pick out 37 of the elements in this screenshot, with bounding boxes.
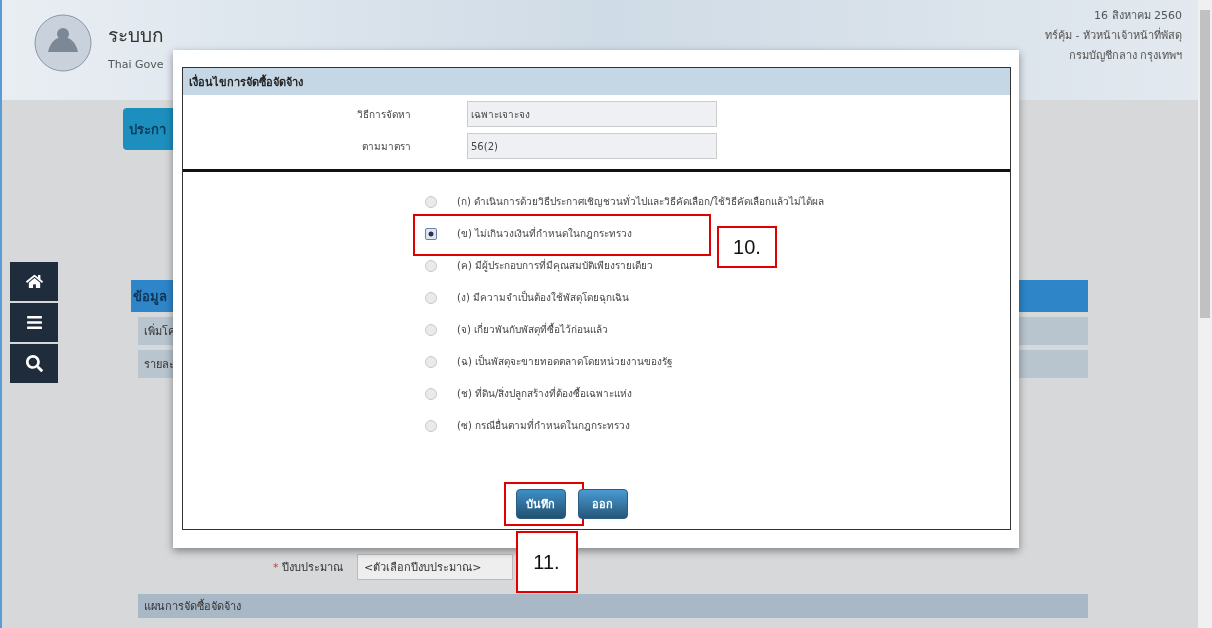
radio-button[interactable] — [425, 419, 437, 432]
budget-select[interactable]: <ตัวเลือกปีงบประมาณ> — [357, 554, 513, 580]
section-header: แผนการจัดซื้อจัดจ้าง — [138, 594, 1088, 618]
search-icon[interactable] — [10, 344, 58, 383]
readonly-field[interactable]: 56(2) — [467, 133, 717, 159]
callout-label: 10. — [717, 226, 777, 268]
option-label[interactable]: (จ) เกี่ยวพันกับพัสดุที่ซื้อไว้ก่อนแล้ว — [457, 322, 608, 337]
field-label: วิธีการจัดหา — [357, 107, 411, 122]
menu-icon[interactable] — [10, 303, 58, 342]
home-icon[interactable] — [10, 262, 58, 301]
readonly-field[interactable]: เฉพาะเจาะจง — [467, 101, 717, 127]
radio-button[interactable] — [425, 323, 437, 336]
radio-selected[interactable] — [425, 227, 437, 240]
callout-label: 11. — [515, 531, 578, 593]
radio-button[interactable] — [425, 355, 437, 368]
option-label[interactable]: (ช) ที่ดิน/สิ่งปลูกสร้างที่ต้องซื้อเฉพาะแห่ง — [457, 386, 633, 401]
option-label[interactable]: (ก) ดำเนินการด้วยวิธีประกาศเชิญชวนทั่วไปและวิธีคัดเลือก/ใช้วิธีคัดเลือกแล้วไม่ได้ผล — [457, 194, 825, 209]
date-text: 16 สิงหาคม 2560 — [1094, 8, 1182, 24]
user-text: ทร์คุ้ม - หัวหน้าเจ้าหน้าที่พัสดุ — [1045, 26, 1182, 44]
exit-button[interactable]: ออก — [577, 489, 628, 519]
radio-button[interactable] — [425, 291, 437, 304]
field-label: * ปีงบประมาณ — [273, 560, 343, 576]
scrollbar[interactable] — [1198, 0, 1212, 628]
radio-button[interactable] — [425, 195, 437, 208]
system-title: ระบบก — [108, 23, 164, 48]
radio-button[interactable] — [425, 387, 437, 400]
organization-text: กรมบัญชีกลาง กรุงเทพฯ — [1068, 48, 1182, 64]
option-label[interactable]: (ง) มีความจำเป็นต้องใช้พัสดุโดยฉุกเฉิน — [457, 290, 629, 305]
save-button[interactable]: บันทึก — [515, 489, 566, 519]
dialog-title: เงื่อนไขการจัดซื้อจัดจ้าง — [183, 68, 1010, 95]
system-subtitle: Thai Gove — [108, 58, 164, 71]
option-label[interactable]: (ซ) กรณีอื่นตามที่กำหนดในกฎกระทรวง — [457, 418, 630, 433]
field-label: ตามมาตรา — [362, 139, 411, 154]
option-label[interactable]: (ข) ไม่เกินวงเงินที่กำหนดในกฎกระทรวง — [457, 226, 632, 241]
option-label[interactable]: (ค) มีผู้ประกอบการที่มีคุณสมบัติเพียงรายเดียว — [457, 258, 653, 273]
radio-button[interactable] — [425, 259, 437, 272]
option-label[interactable]: (ฉ) เป็นพัสดุจะขายทอดตลาดโดยหน่วยงานของรัฐ — [457, 354, 673, 369]
